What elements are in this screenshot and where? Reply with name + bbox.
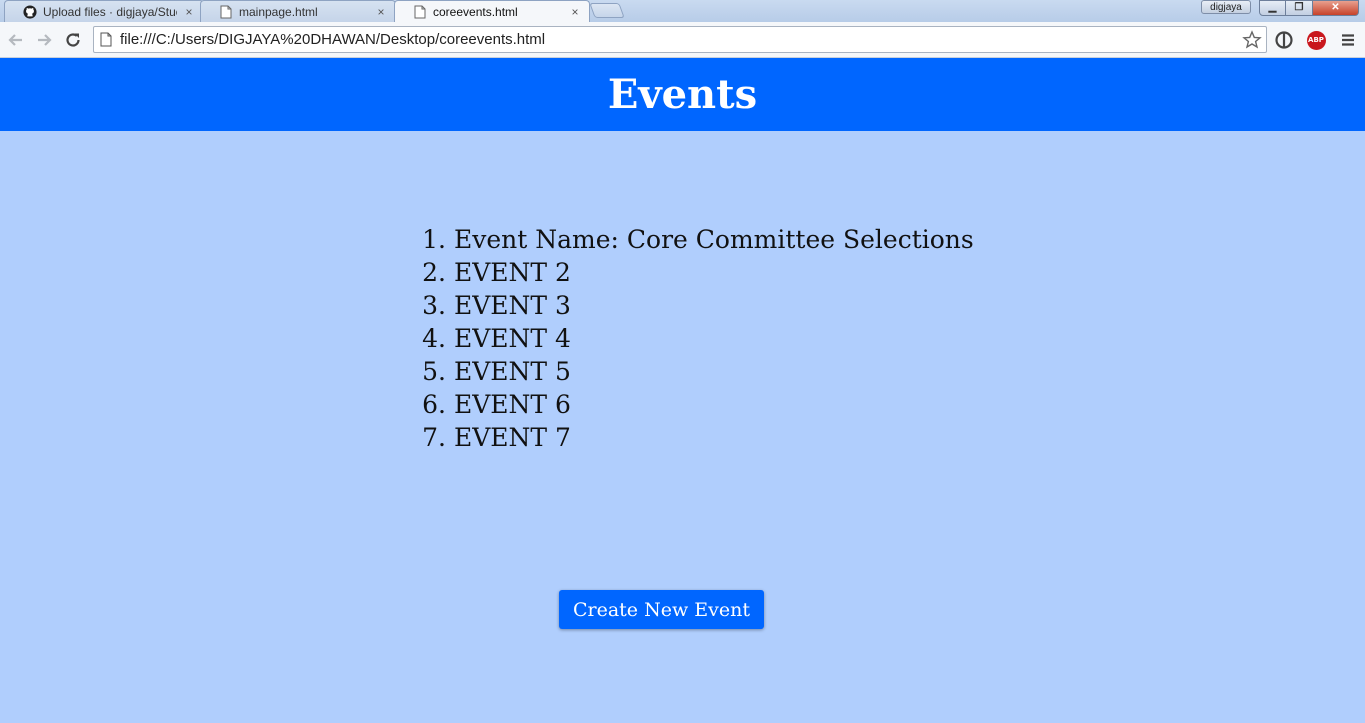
list-item-number: 4. xyxy=(422,324,446,353)
event-name: EVENT 5 xyxy=(454,357,571,386)
event-name: EVENT 7 xyxy=(454,423,571,452)
adblock-plus-icon[interactable]: ABP xyxy=(1306,30,1326,50)
event-name: EVENT 3 xyxy=(454,291,571,320)
close-icon[interactable]: × xyxy=(569,5,581,19)
address-bar[interactable]: file:///C:/Users/DIGJAYA%20DHAWAN/Deskto… xyxy=(93,26,1267,53)
menu-icon[interactable] xyxy=(1338,30,1358,50)
minimize-icon[interactable]: ▁ xyxy=(1259,0,1286,16)
tab-title: mainpage.html xyxy=(239,4,318,19)
list-item[interactable]: 1. Event Name: Core Committee Selections xyxy=(420,223,1040,256)
close-icon[interactable]: × xyxy=(375,5,387,19)
list-item-number: 2. xyxy=(422,258,446,287)
tab-title: coreevents.html xyxy=(433,4,518,19)
list-item[interactable]: 6. EVENT 6 xyxy=(420,388,1040,421)
reload-icon[interactable] xyxy=(63,30,83,50)
event-name: EVENT 6 xyxy=(454,390,571,419)
tab-title: Upload files · digjaya/Stuc xyxy=(43,4,177,19)
list-item-number: 6. xyxy=(422,390,446,419)
extension-shield-icon[interactable] xyxy=(1274,30,1294,50)
page-header: Events xyxy=(0,58,1365,131)
window-controls: ▁ ❐ ✕ xyxy=(1259,0,1359,16)
close-icon[interactable]: × xyxy=(183,5,195,19)
tab-mainpage[interactable]: mainpage.html × xyxy=(200,0,396,22)
event-name: Event Name: Core Committee Selections xyxy=(454,225,974,254)
restore-icon[interactable]: ❐ xyxy=(1286,0,1313,16)
event-name: EVENT 2 xyxy=(454,258,571,287)
tab-coreevents[interactable]: coreevents.html × xyxy=(394,0,590,22)
forward-icon[interactable] xyxy=(34,30,54,50)
page-title: Events xyxy=(607,71,758,118)
tab-upload-files[interactable]: Upload files · digjaya/Stuc × xyxy=(4,0,204,22)
url-text: file:///C:/Users/DIGJAYA%20DHAWAN/Deskto… xyxy=(120,31,546,48)
browser-toolbar: file:///C:/Users/DIGJAYA%20DHAWAN/Deskto… xyxy=(0,22,1365,58)
events-list: 1. Event Name: Core Committee Selections … xyxy=(420,223,1040,454)
profile-button[interactable]: digjaya xyxy=(1201,0,1251,14)
page-icon xyxy=(219,5,233,19)
list-item[interactable]: 7. EVENT 7 xyxy=(420,421,1040,454)
page-icon xyxy=(100,32,114,48)
github-icon xyxy=(23,4,37,19)
list-item[interactable]: 4. EVENT 4 xyxy=(420,322,1040,355)
list-item-number: 3. xyxy=(422,291,446,320)
window-close-icon[interactable]: ✕ xyxy=(1313,0,1359,16)
list-item[interactable]: 3. EVENT 3 xyxy=(420,289,1040,322)
new-tab-button[interactable] xyxy=(589,3,625,18)
list-item-number: 5. xyxy=(422,357,446,386)
list-item[interactable]: 2. EVENT 2 xyxy=(420,256,1040,289)
bookmark-star-icon[interactable] xyxy=(1242,30,1262,50)
list-item[interactable]: 5. EVENT 5 xyxy=(420,355,1040,388)
list-item-number: 1. xyxy=(422,225,446,254)
browser-tabstrip: Upload files · digjaya/Stuc × mainpage.h… xyxy=(0,0,1365,22)
back-icon[interactable] xyxy=(6,30,26,50)
create-new-event-button[interactable]: Create New Event xyxy=(559,590,764,629)
event-name: EVENT 4 xyxy=(454,324,571,353)
adblock-plus-badge: ABP xyxy=(1306,30,1326,50)
list-item-number: 7. xyxy=(422,423,446,452)
page-icon xyxy=(413,5,427,19)
